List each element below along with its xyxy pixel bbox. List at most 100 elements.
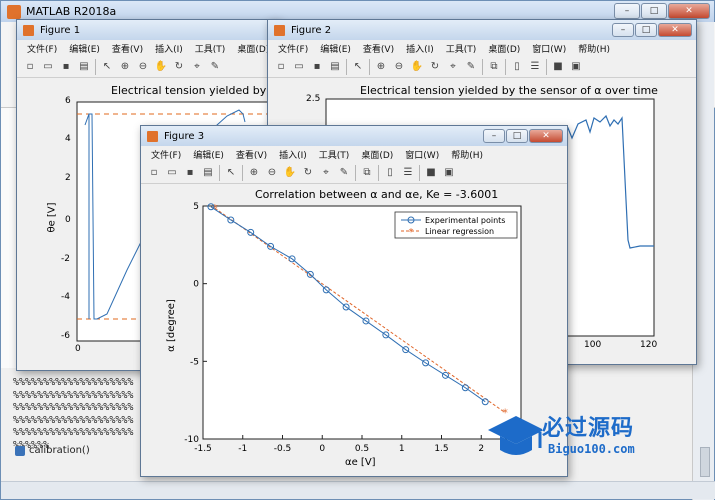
menu-help[interactable]: 帮助(H) <box>578 42 610 55</box>
menu-file[interactable]: 文件(F) <box>151 148 181 161</box>
matlab-logo-icon <box>7 4 21 19</box>
rotate-icon[interactable]: ↻ <box>172 60 186 74</box>
link-plot-icon[interactable]: ⧉ <box>360 166 374 180</box>
close-button[interactable]: ✕ <box>668 3 710 19</box>
menu-tools[interactable]: 工具(T) <box>195 42 226 55</box>
maximize-button[interactable]: □ <box>635 23 657 37</box>
data-cursor-icon[interactable]: ⌖ <box>319 166 333 180</box>
menu-desktop[interactable]: 桌面(D) <box>237 42 269 55</box>
hide-plot-tools-icon[interactable]: ■ <box>551 60 565 74</box>
menu-insert[interactable]: 插入(I) <box>279 148 307 161</box>
y-tick-label: -10 <box>184 435 199 445</box>
save-icon[interactable]: ▪ <box>183 166 197 180</box>
figure-3-ylabel: α [degree] <box>165 299 177 352</box>
figure-1-title-bar[interactable]: Figure 1 <box>17 20 279 40</box>
brush-icon[interactable]: ✎ <box>337 166 351 180</box>
link-plot-icon[interactable]: ⧉ <box>487 60 501 74</box>
colorbar-icon[interactable]: ▯ <box>510 60 524 74</box>
legend-icon[interactable]: ☰ <box>401 166 415 180</box>
menu-edit[interactable]: 编辑(E) <box>320 42 351 55</box>
command-call[interactable]: calibration() <box>15 445 90 456</box>
main-window-title: MATLAB R2018a <box>26 5 117 18</box>
pan-icon[interactable]: ✋ <box>410 60 424 74</box>
toolbar-separator <box>505 58 506 75</box>
figure-3-xlabel: αe [V] <box>345 457 376 468</box>
figure-2-toolbar: ▫ ▭ ▪ ▤ ↖ ⊕ ⊖ ✋ ↻ ⌖ ✎ ⧉ ▯ ☰ ■ ▣ <box>268 56 696 78</box>
figure-icon <box>147 130 158 142</box>
toolbar-separator <box>355 164 356 181</box>
minimize-button[interactable]: – <box>483 129 505 143</box>
pointer-icon[interactable]: ↖ <box>351 60 365 74</box>
zoom-in-icon[interactable]: ⊕ <box>118 60 132 74</box>
current-folder-panel <box>1 108 17 368</box>
menu-tools[interactable]: 工具(T) <box>319 148 350 161</box>
brush-icon[interactable]: ✎ <box>208 60 222 74</box>
figure-2-caption-buttons: – □ ✕ <box>612 23 692 37</box>
pan-icon[interactable]: ✋ <box>154 60 168 74</box>
menu-edit[interactable]: 编辑(E) <box>69 42 100 55</box>
close-button[interactable]: ✕ <box>658 23 692 37</box>
brush-icon[interactable]: ✎ <box>464 60 478 74</box>
pointer-icon[interactable]: ↖ <box>224 166 238 180</box>
ytick-label: 0 <box>65 215 71 225</box>
menu-view[interactable]: 查看(V) <box>112 42 143 55</box>
zoom-out-icon[interactable]: ⊖ <box>265 166 279 180</box>
figure-1-ylabel: θe [V] <box>46 202 58 233</box>
menu-window[interactable]: 窗口(W) <box>405 148 439 161</box>
new-figure-icon[interactable]: ▫ <box>147 166 161 180</box>
minimize-button[interactable]: – <box>612 23 634 37</box>
figure-1-title: Figure 1 <box>40 24 81 36</box>
new-figure-icon[interactable]: ▫ <box>274 60 288 74</box>
pan-icon[interactable]: ✋ <box>283 166 297 180</box>
y-tick-label: -5 <box>190 357 199 367</box>
show-plot-tools-icon[interactable]: ▣ <box>569 60 583 74</box>
close-button[interactable]: ✕ <box>529 129 563 143</box>
menu-desktop[interactable]: 桌面(D) <box>361 148 393 161</box>
toolbar-separator <box>378 164 379 181</box>
menu-edit[interactable]: 编辑(E) <box>193 148 224 161</box>
menu-view[interactable]: 查看(V) <box>236 148 267 161</box>
colorbar-icon[interactable]: ▯ <box>383 166 397 180</box>
graduation-cap-icon <box>488 416 542 455</box>
x-tick-label: -0.5 <box>274 444 292 454</box>
zoom-out-icon[interactable]: ⊖ <box>392 60 406 74</box>
legend-icon[interactable]: ☰ <box>528 60 542 74</box>
rotate-icon[interactable]: ↻ <box>301 166 315 180</box>
open-file-icon[interactable]: ▭ <box>41 60 55 74</box>
menu-tools[interactable]: 工具(T) <box>446 42 477 55</box>
legend-label: Linear regression <box>425 227 494 236</box>
menu-insert[interactable]: 插入(I) <box>406 42 434 55</box>
zoom-out-icon[interactable]: ⊖ <box>136 60 150 74</box>
x-tick-label: -1.5 <box>194 444 212 454</box>
menu-desktop[interactable]: 桌面(D) <box>488 42 520 55</box>
save-icon[interactable]: ▪ <box>310 60 324 74</box>
show-plot-tools-icon[interactable]: ▣ <box>442 166 456 180</box>
zoom-in-icon[interactable]: ⊕ <box>374 60 388 74</box>
menu-file[interactable]: 文件(F) <box>27 42 57 55</box>
print-icon[interactable]: ▤ <box>328 60 342 74</box>
new-figure-icon[interactable]: ▫ <box>23 60 37 74</box>
maximize-button[interactable]: □ <box>506 129 528 143</box>
minimize-button[interactable]: – <box>614 3 640 19</box>
save-icon[interactable]: ▪ <box>59 60 73 74</box>
menu-help[interactable]: 帮助(H) <box>451 148 483 161</box>
menu-insert[interactable]: 插入(I) <box>155 42 183 55</box>
data-cursor-icon[interactable]: ⌖ <box>446 60 460 74</box>
menu-window[interactable]: 窗口(W) <box>532 42 566 55</box>
legend-label: Experimental points <box>425 216 505 225</box>
pointer-icon[interactable]: ↖ <box>100 60 114 74</box>
print-icon[interactable]: ▤ <box>77 60 91 74</box>
x-tick-label: 1.5 <box>434 444 448 454</box>
maximize-button[interactable]: □ <box>641 3 667 19</box>
menu-view[interactable]: 查看(V) <box>363 42 394 55</box>
hide-plot-tools-icon[interactable]: ■ <box>424 166 438 180</box>
open-file-icon[interactable]: ▭ <box>292 60 306 74</box>
x-tick-label: 1 <box>399 444 405 454</box>
print-icon[interactable]: ▤ <box>201 166 215 180</box>
menu-file[interactable]: 文件(F) <box>278 42 308 55</box>
data-cursor-icon[interactable]: ⌖ <box>190 60 204 74</box>
open-file-icon[interactable]: ▭ <box>165 166 179 180</box>
rotate-icon[interactable]: ↻ <box>428 60 442 74</box>
zoom-in-icon[interactable]: ⊕ <box>247 166 261 180</box>
toolbar-separator <box>369 58 370 75</box>
